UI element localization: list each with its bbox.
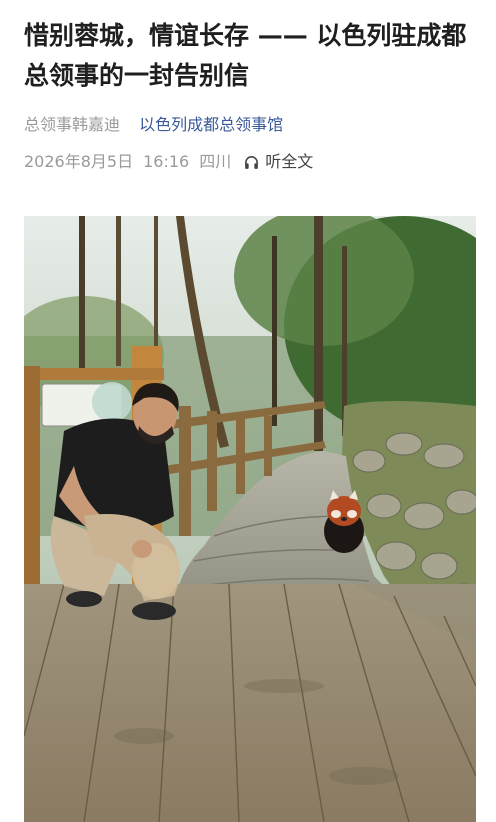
photo-illustration bbox=[24, 216, 476, 822]
article-page: 惜别蓉城，情谊长存 —— 以色列驻成都总领事的一封告别信 总领事韩嘉迪 以色列成… bbox=[0, 0, 496, 822]
publisher-account[interactable]: 以色列成都总领事馆 bbox=[139, 115, 283, 134]
author-name[interactable]: 总领事韩嘉迪 bbox=[24, 115, 120, 134]
listen-button[interactable]: 听全文 bbox=[243, 151, 313, 173]
publish-date: 2026年8月5日 bbox=[24, 152, 134, 171]
article-photo[interactable] bbox=[24, 216, 476, 822]
publish-time: 16:16 bbox=[143, 152, 190, 171]
article-title: 惜别蓉城，情谊长存 —— 以色列驻成都总领事的一封告别信 bbox=[24, 21, 467, 90]
headphones-icon bbox=[245, 155, 259, 169]
meta-line: 2026年8月5日 16:16 四川 听全文 bbox=[24, 151, 313, 173]
source-line: 总领事韩嘉迪 以色列成都总领事馆 bbox=[24, 114, 283, 136]
listen-label: 听全文 bbox=[265, 152, 314, 171]
publish-region: 四川 bbox=[199, 152, 232, 171]
